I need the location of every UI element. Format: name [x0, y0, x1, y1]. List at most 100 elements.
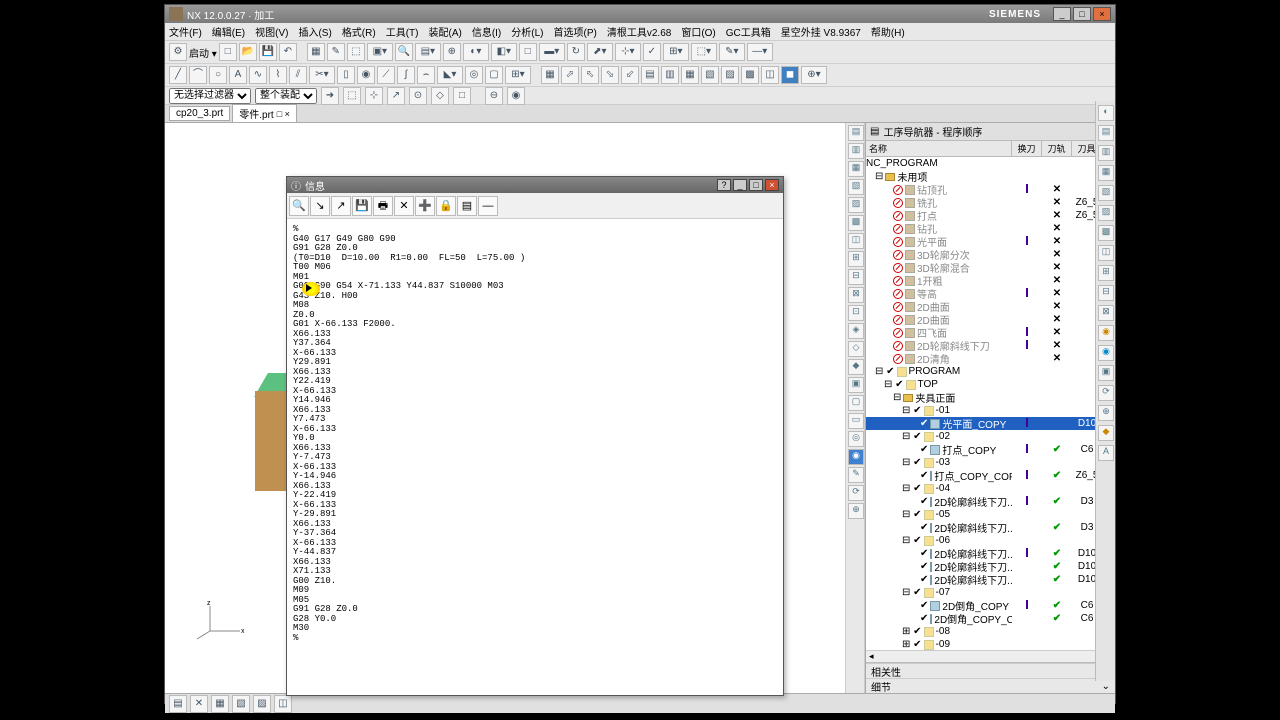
op9-icon[interactable]: ▧ — [701, 66, 719, 84]
rs5-icon[interactable]: ▧ — [1098, 185, 1114, 201]
op10-icon[interactable]: ▨ — [721, 66, 739, 84]
new-icon[interactable]: □ — [219, 43, 237, 61]
snap-icon[interactable]: ⬚▾ — [691, 43, 717, 61]
col-name[interactable]: 名称 — [866, 141, 1012, 156]
measure-icon[interactable]: ✓ — [643, 43, 661, 61]
op3-icon[interactable]: ⬁ — [581, 66, 599, 84]
chamfer-icon[interactable]: ◣▾ — [437, 66, 463, 84]
info-min-button[interactable]: _ — [733, 179, 747, 191]
info-titlebar[interactable]: ⓘ 信息 ? _ □ × — [287, 177, 783, 193]
hole-icon[interactable]: ◎ — [465, 66, 483, 84]
tool3-icon[interactable]: ⬚ — [347, 43, 365, 61]
info-next-icon[interactable]: ↘ — [310, 196, 330, 216]
info-clear-icon[interactable]: ✕ — [394, 196, 414, 216]
rs3-icon[interactable]: ▥ — [1098, 145, 1114, 161]
menu-edit[interactable]: 编辑(E) — [212, 24, 245, 39]
filter-btn4-icon[interactable]: ↗ — [387, 87, 405, 105]
line-tool-icon[interactable]: ╱ — [169, 66, 187, 84]
info-lock-icon[interactable]: 🔒 — [436, 196, 456, 216]
tree-row[interactable]: ✔ 2D倒角_COPY_COPY✔C6 — [866, 612, 1115, 625]
menu-assembly[interactable]: 装配(A) — [428, 24, 461, 39]
extrude-icon[interactable]: ▯ — [337, 66, 355, 84]
rs8-icon[interactable]: ◫ — [1098, 245, 1114, 261]
curve-tool-icon[interactable]: ∿ — [249, 66, 267, 84]
vb12-icon[interactable]: ◈ — [848, 323, 864, 339]
info-content[interactable]: % G40 G17 G49 G80 G90 G91 G28 Z0.0 (T0=D… — [287, 219, 783, 689]
start-label[interactable]: 启动 ▾ — [189, 45, 217, 60]
rs13-icon[interactable]: ◉ — [1098, 345, 1114, 361]
vb14-icon[interactable]: ◆ — [848, 359, 864, 375]
tree-row[interactable]: ⊟ ✔ PROGRAM — [866, 365, 1115, 378]
info-collapse-icon[interactable]: — — [478, 196, 498, 216]
blend-icon[interactable]: ⌢ — [417, 66, 435, 84]
op2-icon[interactable]: ⬀ — [561, 66, 579, 84]
vb21-icon[interactable]: ⟳ — [848, 485, 864, 501]
trim-tool-icon[interactable]: ✂▾ — [309, 66, 335, 84]
section-icon[interactable]: ▬▾ — [539, 43, 565, 61]
menu-cleanup[interactable]: 清根工具v2.68 — [607, 24, 671, 39]
rs14-icon[interactable]: ▣ — [1098, 365, 1114, 381]
shell-icon[interactable]: ▢ — [485, 66, 503, 84]
info-help-button[interactable]: ? — [717, 179, 731, 191]
vb1-icon[interactable]: ▤ — [848, 125, 864, 141]
rs4-icon[interactable]: ▦ — [1098, 165, 1114, 181]
rs16-icon[interactable]: ⊕ — [1098, 405, 1114, 421]
paint-icon[interactable]: ✎▾ — [719, 43, 745, 61]
vb6-icon[interactable]: ▩ — [848, 215, 864, 231]
pattern-icon[interactable]: ⊞▾ — [505, 66, 531, 84]
tree-row[interactable]: ✔ 2D轮廓斜线下刀..✔D3 — [866, 521, 1115, 534]
vb17-icon[interactable]: ▭ — [848, 413, 864, 429]
maximize-button[interactable]: □ — [1073, 7, 1091, 21]
filter-select[interactable]: 无选择过滤器 — [169, 88, 251, 104]
info-wrap-icon[interactable]: ▤ — [457, 196, 477, 216]
line-icon[interactable]: —▾ — [747, 43, 773, 61]
op6-icon[interactable]: ▤ — [641, 66, 659, 84]
rs2-icon[interactable]: ▤ — [1098, 125, 1114, 141]
tool2-icon[interactable]: ✎ — [327, 43, 345, 61]
vb19-icon[interactable]: ◉ — [848, 449, 864, 465]
undo-icon[interactable]: ↶ — [279, 43, 297, 61]
acc-detail[interactable]: 细节⌄ — [866, 678, 1115, 693]
rs9-icon[interactable]: ⊞ — [1098, 265, 1114, 281]
vb20-icon[interactable]: ✎ — [848, 467, 864, 483]
info-prev-icon[interactable]: ↗ — [331, 196, 351, 216]
filter-btn5-icon[interactable]: ⊙ — [409, 87, 427, 105]
vb16-icon[interactable]: ▢ — [848, 395, 864, 411]
rotate-icon[interactable]: ↻ — [567, 43, 585, 61]
op1-icon[interactable]: ▦ — [541, 66, 559, 84]
rs1-icon[interactable]: ◐ — [1098, 105, 1114, 121]
tree-row[interactable]: ⊞ ✔ -09 — [866, 638, 1115, 650]
loft-icon[interactable]: ∫ — [397, 66, 415, 84]
vb7-icon[interactable]: ◫ — [848, 233, 864, 249]
filter-btn1-icon[interactable]: ➜ — [321, 87, 339, 105]
op7-icon[interactable]: ▥ — [661, 66, 679, 84]
grid-icon[interactable]: ⊞▾ — [663, 43, 689, 61]
nav-hscroll[interactable]: ◂▸ — [866, 650, 1115, 662]
info-find-icon[interactable]: 🔍 — [289, 196, 309, 216]
op13-icon[interactable]: ◼ — [781, 66, 799, 84]
op12-icon[interactable]: ◫ — [761, 66, 779, 84]
vb9-icon[interactable]: ⊟ — [848, 269, 864, 285]
rs12-icon[interactable]: ◉ — [1098, 325, 1114, 341]
tab-part[interactable]: 零件.prt□ × — [232, 104, 297, 123]
vb8-icon[interactable]: ⊞ — [848, 251, 864, 267]
menu-analysis[interactable]: 分析(L) — [511, 24, 543, 39]
acc-related[interactable]: 相关性⌄ — [866, 663, 1115, 678]
tree-row[interactable]: ✔ 打点_COPY_COPY✔Z6_5 — [866, 469, 1115, 482]
rs15-icon[interactable]: ⟳ — [1098, 385, 1114, 401]
orient-icon[interactable]: ⬈▾ — [587, 43, 613, 61]
filter-btn8-icon[interactable]: ⊖ — [485, 87, 503, 105]
zoom-icon[interactable]: 🔍 — [395, 43, 413, 61]
start-icon[interactable]: ⚙ — [169, 43, 187, 61]
open-icon[interactable]: 📂 — [239, 43, 257, 61]
menu-view[interactable]: 视图(V) — [255, 24, 288, 39]
sb1-icon[interactable]: ▤ — [169, 695, 187, 713]
close-button[interactable]: × — [1093, 7, 1111, 21]
info-save-icon[interactable]: 💾 — [352, 196, 372, 216]
info-close-button[interactable]: × — [765, 179, 779, 191]
sweep-icon[interactable]: ⟋ — [377, 66, 395, 84]
sb6-icon[interactable]: ◫ — [274, 695, 292, 713]
sb5-icon[interactable]: ▨ — [253, 695, 271, 713]
layer-icon[interactable]: ▤▾ — [415, 43, 441, 61]
vb5-icon[interactable]: ▨ — [848, 197, 864, 213]
